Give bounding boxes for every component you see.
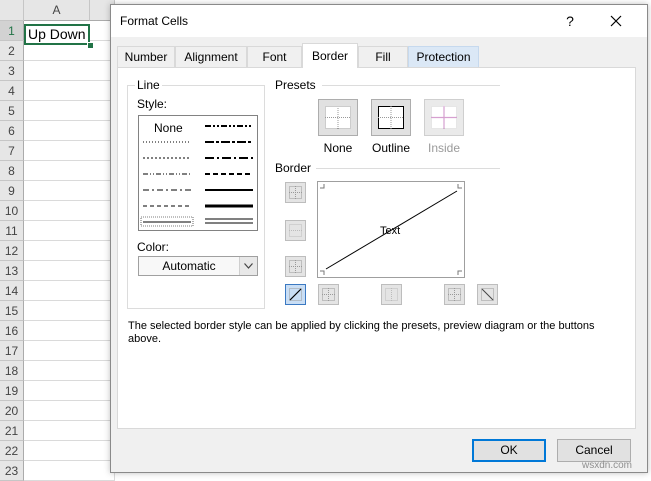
dialog-titlebar[interactable]: Format Cells ? [111, 5, 647, 37]
line-color-dropdown[interactable]: Automatic [138, 256, 258, 276]
help-button[interactable]: ? [557, 10, 583, 32]
border-bottom-icon [289, 260, 302, 273]
row-header[interactable]: 1 [0, 21, 24, 41]
row-header[interactable]: 19 [0, 381, 24, 401]
row-header[interactable]: 10 [0, 201, 24, 221]
border-right-button[interactable] [444, 284, 465, 305]
ok-button[interactable]: OK [472, 439, 546, 462]
dropdown-arrow-button[interactable] [239, 257, 257, 275]
presets-divider [322, 85, 500, 86]
preset-none-icon [325, 106, 351, 129]
preset-inside-icon [431, 106, 457, 129]
border-bottom-button[interactable] [285, 256, 306, 277]
row-header[interactable]: 12 [0, 241, 24, 261]
tab-border[interactable]: Border [302, 43, 358, 68]
diagonal-up-icon [289, 288, 302, 301]
border-left-button[interactable] [318, 284, 339, 305]
select-all-corner[interactable] [0, 0, 24, 21]
row-header[interactable]: 11 [0, 221, 24, 241]
row-headers: 1 2 3 4 5 6 7 8 9 10 11 12 13 14 15 16 1… [0, 21, 24, 481]
border-inside-vertical-button[interactable] [381, 284, 402, 305]
border-tab-panel: Line Style: None Color: Automatic Preset… [117, 67, 636, 429]
preview-sample-text: Text [380, 225, 401, 237]
border-top-button[interactable] [285, 182, 306, 203]
border-inside-vertical-icon [385, 288, 398, 301]
preset-outline-label: Outline [371, 141, 411, 155]
line-group-label: Line [135, 78, 162, 92]
active-cell-a1[interactable]: Up Down [24, 24, 90, 45]
row-header[interactable]: 16 [0, 321, 24, 341]
cancel-button[interactable]: Cancel [557, 439, 631, 462]
row-header[interactable]: 22 [0, 441, 24, 461]
row-header[interactable]: 3 [0, 61, 24, 81]
border-right-icon [448, 288, 461, 301]
preset-outline-icon [378, 106, 404, 129]
color-label: Color: [137, 240, 170, 254]
row-header[interactable]: 18 [0, 361, 24, 381]
style-label: Style: [137, 97, 168, 111]
format-cells-dialog: Format Cells ? Number Alignment Font Bor… [110, 4, 648, 473]
line-style-samples[interactable] [139, 116, 257, 230]
preset-none-button[interactable] [318, 99, 358, 136]
border-preview[interactable]: Text [317, 181, 465, 278]
row-header[interactable]: 8 [0, 161, 24, 181]
tab-font[interactable]: Font [247, 46, 302, 67]
fill-handle[interactable] [87, 42, 94, 49]
row-header[interactable]: 5 [0, 101, 24, 121]
row-header[interactable]: 6 [0, 121, 24, 141]
border-divider [316, 168, 500, 169]
border-inside-horizontal-icon [289, 224, 302, 237]
tab-alignment[interactable]: Alignment [175, 46, 247, 67]
border-diagonal-up-button[interactable] [285, 284, 306, 305]
watermark-text: wsxdn.com [582, 460, 633, 471]
line-style-list[interactable]: None [138, 115, 258, 231]
row-header[interactable]: 13 [0, 261, 24, 281]
row-header[interactable]: 14 [0, 281, 24, 301]
dialog-title: Format Cells [120, 14, 189, 28]
border-top-icon [289, 186, 302, 199]
tab-number[interactable]: Number [117, 46, 175, 67]
column-header-a[interactable]: A [24, 0, 90, 21]
presets-label: Presets [275, 78, 316, 92]
border-section-label: Border [275, 161, 312, 175]
line-color-value: Automatic [162, 259, 216, 273]
tab-protection[interactable]: Protection [408, 46, 479, 67]
preset-inside-button[interactable] [424, 99, 464, 136]
border-diagonal-down-button[interactable] [477, 284, 498, 305]
row-header[interactable]: 7 [0, 141, 24, 161]
border-inside-horizontal-button[interactable] [285, 220, 306, 241]
chevron-down-icon [244, 263, 253, 269]
preset-outline-button[interactable] [371, 99, 411, 136]
row-header[interactable]: 20 [0, 401, 24, 421]
row-header[interactable]: 2 [0, 41, 24, 61]
row-header[interactable]: 23 [0, 461, 24, 481]
close-icon [610, 15, 622, 27]
row-header[interactable]: 21 [0, 421, 24, 441]
row-header[interactable]: 15 [0, 301, 24, 321]
tab-fill[interactable]: Fill [358, 46, 408, 67]
border-description: The selected border style can be applied… [128, 320, 595, 345]
diagonal-down-icon [481, 288, 494, 301]
row-header[interactable]: 9 [0, 181, 24, 201]
preset-inside-label: Inside [427, 141, 461, 155]
close-button[interactable] [601, 8, 631, 34]
preset-none-label: None [323, 141, 353, 155]
row-header[interactable]: 4 [0, 81, 24, 101]
cell-grid[interactable] [24, 21, 115, 481]
row-header[interactable]: 17 [0, 341, 24, 361]
border-left-icon [322, 288, 335, 301]
